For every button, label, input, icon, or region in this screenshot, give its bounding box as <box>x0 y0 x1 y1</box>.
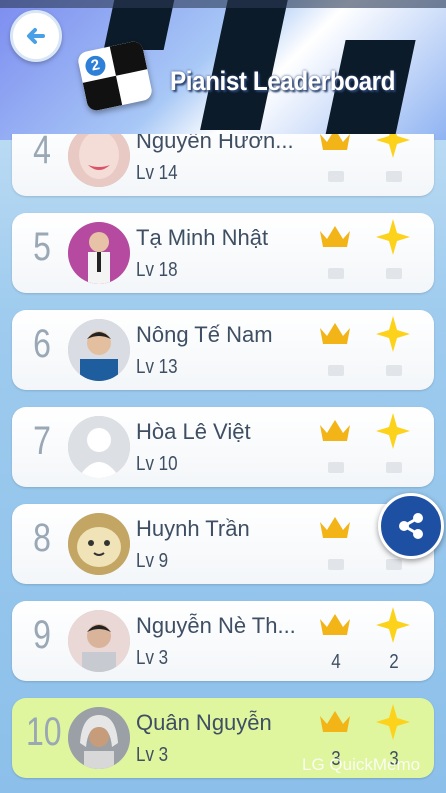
back-arrow-icon <box>27 28 45 44</box>
crown-count: 4 <box>331 651 341 673</box>
avatar <box>68 610 130 672</box>
star-count-placeholder <box>386 171 402 182</box>
crown-icon <box>320 711 350 732</box>
player-name: Nguyễn Hươn... <box>136 134 294 153</box>
rank-number: 8 <box>33 516 51 560</box>
avatar <box>68 222 130 284</box>
star-icon <box>376 134 410 158</box>
avatar <box>68 134 130 187</box>
player-level: Lv 13 <box>136 356 178 378</box>
player-level: Lv 14 <box>136 162 178 184</box>
crown-count-placeholder <box>328 462 344 473</box>
crown-icon <box>320 517 350 538</box>
rank-number: 6 <box>33 322 51 366</box>
share-button[interactable] <box>378 493 444 559</box>
leaderboard-row[interactable]: 4 Nguyễn Hươn... Lv 14 <box>12 134 434 196</box>
leaderboard-list[interactable]: 4 Nguyễn Hươn... Lv 14 5 Tạ Minh Nhật Lv… <box>0 134 446 793</box>
crown-icon <box>320 226 350 247</box>
star-icon <box>376 413 410 449</box>
player-name: Huynh Trần <box>136 516 250 541</box>
star-count-placeholder <box>386 462 402 473</box>
page-title: Pianist Leaderboard <box>170 66 396 96</box>
player-name: Nguyễn Nè Th... <box>136 613 296 638</box>
player-name: Nông Tế Nam <box>136 322 273 347</box>
crown-icon <box>320 614 350 635</box>
crown-icon <box>320 323 350 344</box>
player-level: Lv 10 <box>136 453 178 475</box>
app-logo-number: 2 <box>83 53 108 78</box>
avatar <box>68 416 130 478</box>
leaderboard-row[interactable]: 6 Nông Tế Nam Lv 13 <box>12 310 434 390</box>
star-icon <box>376 607 410 643</box>
avatar <box>68 513 130 575</box>
rank-number: 7 <box>33 419 51 463</box>
star-count-placeholder <box>386 365 402 376</box>
player-name: Quân Nguyễn <box>136 710 272 735</box>
status-bar <box>0 0 446 8</box>
player-level: Lv 3 <box>136 647 169 669</box>
leaderboard-row[interactable]: 8 Huynh Trần Lv 9 <box>12 504 434 584</box>
crown-icon <box>320 134 350 150</box>
crown-count-placeholder <box>328 268 344 279</box>
player-level: Lv 9 <box>136 550 169 572</box>
star-count-placeholder <box>386 268 402 279</box>
back-button[interactable] <box>10 10 62 62</box>
rank-number: 4 <box>33 134 51 172</box>
rank-number: 10 <box>26 710 62 754</box>
watermark-text: LG QuickMemo <box>302 755 421 774</box>
crown-count-placeholder <box>328 365 344 376</box>
rank-number: 9 <box>33 613 51 657</box>
leaderboard-row[interactable]: 5 Tạ Minh Nhật Lv 18 <box>12 213 434 293</box>
star-count: 2 <box>389 651 399 673</box>
leaderboard-row[interactable]: 7 Hòa Lê Việt Lv 10 <box>12 407 434 487</box>
share-icon <box>399 513 423 539</box>
leaderboard-row[interactable]: 9 Nguyễn Nè Th... Lv 3 4 2 <box>12 601 434 681</box>
crown-count-placeholder <box>328 559 344 570</box>
player-level: Lv 18 <box>136 259 178 281</box>
player-name: Hòa Lê Việt <box>136 419 251 444</box>
player-name: Tạ Minh Nhật <box>136 225 269 250</box>
crown-count-placeholder <box>328 171 344 182</box>
crown-icon <box>320 420 350 441</box>
star-count-placeholder <box>386 559 402 570</box>
avatar <box>68 319 130 381</box>
avatar <box>68 707 130 769</box>
rank-number: 5 <box>33 225 51 269</box>
star-icon <box>376 316 410 352</box>
star-icon <box>376 219 410 255</box>
player-level: Lv 3 <box>136 744 169 766</box>
star-icon <box>376 704 410 740</box>
